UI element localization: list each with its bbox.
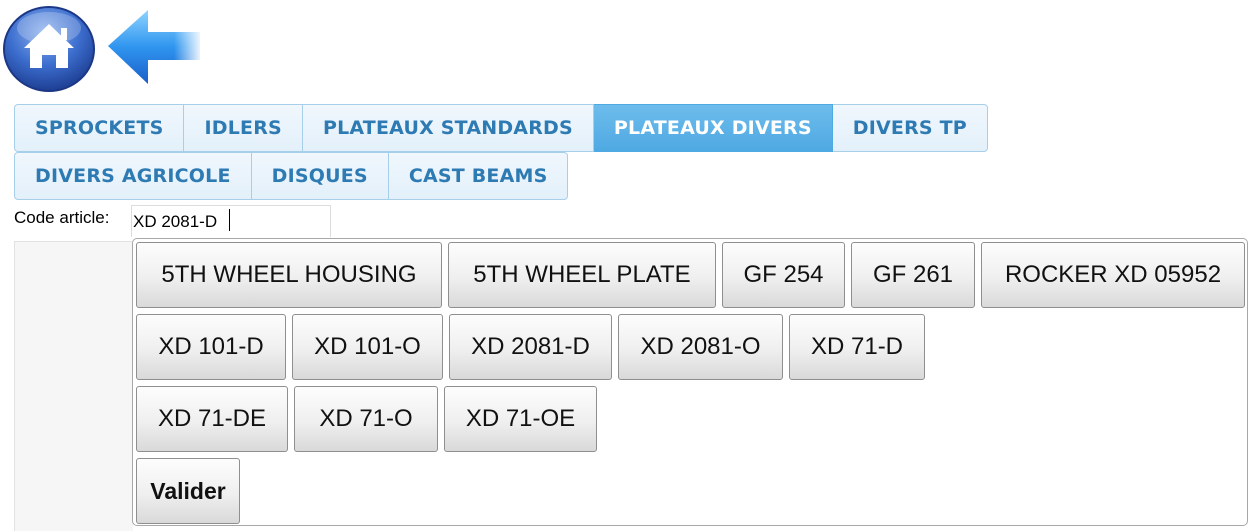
left-panel [14, 241, 133, 531]
back-arrow-icon [108, 10, 200, 84]
home-icon [3, 6, 95, 92]
key-xd-71-d[interactable]: XD 71-D [789, 314, 925, 380]
tab-sprockets[interactable]: SPROCKETS [14, 104, 185, 152]
tab-idlers[interactable]: IDLERS [184, 104, 303, 152]
key-xd-71-o[interactable]: XD 71-O [294, 386, 438, 452]
validate-button[interactable]: Valider [136, 458, 240, 524]
tab-plateaux-standards[interactable]: PLATEAUX STANDARDS [302, 104, 594, 152]
tab-plateaux-divers[interactable]: PLATEAUX DIVERS [593, 104, 833, 152]
tab-divers-tp[interactable]: DIVERS TP [832, 104, 988, 152]
key-xd-101-d[interactable]: XD 101-D [136, 314, 286, 380]
key-xd-2081-o[interactable]: XD 2081-O [618, 314, 783, 380]
code-article-input[interactable] [131, 205, 331, 237]
key-row-4: Valider [136, 458, 246, 524]
key-row-3: XD 71-DE XD 71-O XD 71-OE [136, 386, 603, 452]
key-row-2: XD 101-D XD 101-O XD 2081-D XD 2081-O XD… [136, 314, 931, 380]
tab-cast-beams[interactable]: CAST BEAMS [388, 152, 569, 200]
key-gf-254[interactable]: GF 254 [722, 242, 845, 308]
tab-divers-agricole[interactable]: DIVERS AGRICOLE [14, 152, 252, 200]
tab-disques[interactable]: DISQUES [251, 152, 389, 200]
key-row-1: 5TH WHEEL HOUSING 5TH WHEEL PLATE GF 254… [136, 242, 1251, 308]
category-tabs-row-1: SPROCKETS IDLERS PLATEAUX STANDARDS PLAT… [14, 104, 988, 152]
back-button[interactable] [104, 8, 204, 88]
category-tabs-row-2: DIVERS AGRICOLE DISQUES CAST BEAMS [14, 152, 569, 200]
home-button[interactable] [2, 2, 96, 92]
key-rocker-xd-05952[interactable]: ROCKER XD 05952 [981, 242, 1245, 308]
key-xd-71-oe[interactable]: XD 71-OE [444, 386, 597, 452]
key-gf-261[interactable]: GF 261 [851, 242, 975, 308]
code-article-label: Code article: [14, 208, 110, 227]
key-xd-71-de[interactable]: XD 71-DE [136, 386, 288, 452]
text-cursor [229, 209, 230, 231]
key-xd-2081-d[interactable]: XD 2081-D [449, 314, 612, 380]
key-5th-wheel-plate[interactable]: 5TH WHEEL PLATE [448, 242, 716, 308]
key-xd-101-o[interactable]: XD 101-O [292, 314, 443, 380]
key-5th-wheel-housing[interactable]: 5TH WHEEL HOUSING [136, 242, 442, 308]
